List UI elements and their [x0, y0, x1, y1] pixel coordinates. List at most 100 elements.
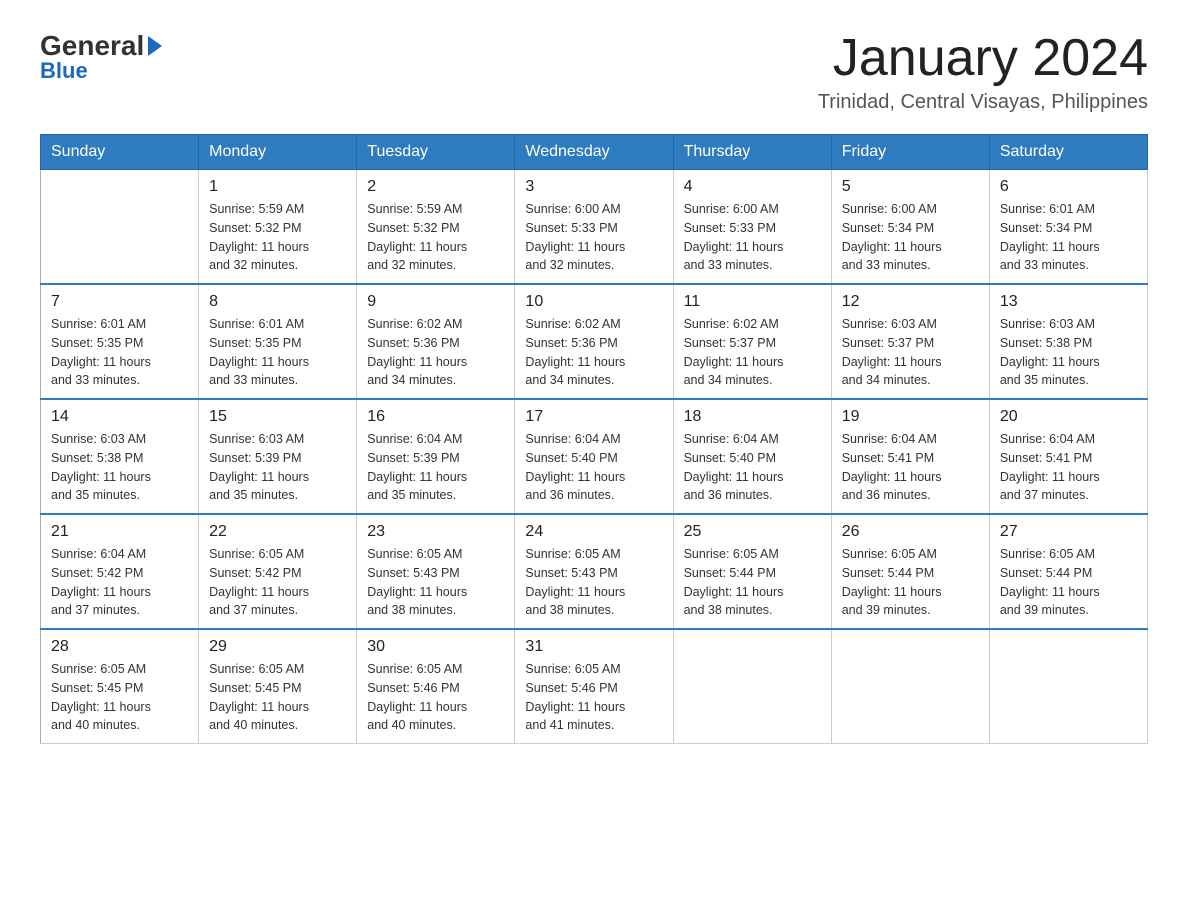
- day-number: 24: [525, 523, 662, 541]
- day-info: Sunrise: 5:59 AM Sunset: 5:32 PM Dayligh…: [367, 200, 504, 275]
- calendar-cell: 22 Sunrise: 6:05 AM Sunset: 5:42 PM Dayli…: [199, 514, 357, 629]
- calendar-cell: 23Sunrise: 6:05 AM Sunset: 5:43 PM Dayli…: [357, 514, 515, 629]
- week-row-2: 7Sunrise: 6:01 AM Sunset: 5:35 PM Daylig…: [41, 284, 1148, 399]
- day-info: Sunrise: 6:05 AM Sunset: 5:46 PM Dayligh…: [367, 660, 504, 735]
- day-number: 17: [525, 408, 662, 426]
- day-number: 26: [842, 523, 979, 541]
- day-number: 3: [525, 178, 662, 196]
- calendar-cell: 29 Sunrise: 6:05 AM Sunset: 5:45 PM Dayli…: [199, 629, 357, 744]
- day-number: 25: [684, 523, 821, 541]
- day-info: Sunrise: 6:05 AM Sunset: 5:43 PM Dayligh…: [525, 545, 662, 620]
- calendar-cell: 12Sunrise: 6:03 AM Sunset: 5:37 PM Dayli…: [831, 284, 989, 399]
- calendar-cell: 4Sunrise: 6:00 AM Sunset: 5:33 PM Daylig…: [673, 170, 831, 285]
- day-number: 9: [367, 293, 504, 311]
- month-title: January 2024: [818, 30, 1148, 87]
- day-number: 28: [51, 638, 188, 656]
- day-number: 4: [684, 178, 821, 196]
- calendar-cell: 10Sunrise: 6:02 AM Sunset: 5:36 PM Dayli…: [515, 284, 673, 399]
- calendar-cell: 31Sunrise: 6:05 AM Sunset: 5:46 PM Dayli…: [515, 629, 673, 744]
- header-saturday: Saturday: [989, 135, 1147, 170]
- day-info: Sunrise: 6:02 AM Sunset: 5:36 PM Dayligh…: [367, 315, 504, 390]
- day-info: Sunrise: 6:05 AM Sunset: 5:45 PM Dayligh…: [51, 660, 188, 735]
- day-number: 13: [1000, 293, 1137, 311]
- calendar-cell: 28 Sunrise: 6:05 AM Sunset: 5:45 PM Dayli…: [41, 629, 199, 744]
- day-info: Sunrise: 6:03 AM Sunset: 5:38 PM Dayligh…: [51, 430, 188, 505]
- calendar-cell: 11 Sunrise: 6:02 AM Sunset: 5:37 PM Dayli…: [673, 284, 831, 399]
- day-info: Sunrise: 6:00 AM Sunset: 5:34 PM Dayligh…: [842, 200, 979, 275]
- calendar-table: SundayMondayTuesdayWednesdayThursdayFrid…: [40, 134, 1148, 744]
- day-number: 19: [842, 408, 979, 426]
- calendar-cell: 25 Sunrise: 6:05 AM Sunset: 5:44 PM Dayli…: [673, 514, 831, 629]
- calendar-cell: 26 Sunrise: 6:05 AM Sunset: 5:44 PM Dayli…: [831, 514, 989, 629]
- day-number: 14: [51, 408, 188, 426]
- calendar-cell: [673, 629, 831, 744]
- day-info: Sunrise: 6:00 AM Sunset: 5:33 PM Dayligh…: [525, 200, 662, 275]
- day-number: 22: [209, 523, 346, 541]
- day-number: 8: [209, 293, 346, 311]
- calendar-cell: [41, 170, 199, 285]
- day-info: Sunrise: 6:04 AM Sunset: 5:41 PM Dayligh…: [842, 430, 979, 505]
- day-number: 7: [51, 293, 188, 311]
- day-info: Sunrise: 6:02 AM Sunset: 5:36 PM Dayligh…: [525, 315, 662, 390]
- day-number: 1: [209, 178, 346, 196]
- day-info: Sunrise: 6:04 AM Sunset: 5:40 PM Dayligh…: [684, 430, 821, 505]
- day-number: 27: [1000, 523, 1137, 541]
- calendar-cell: 7Sunrise: 6:01 AM Sunset: 5:35 PM Daylig…: [41, 284, 199, 399]
- day-info: Sunrise: 6:05 AM Sunset: 5:42 PM Dayligh…: [209, 545, 346, 620]
- day-info: Sunrise: 6:03 AM Sunset: 5:37 PM Dayligh…: [842, 315, 979, 390]
- day-number: 15: [209, 408, 346, 426]
- day-number: 16: [367, 408, 504, 426]
- page-header: General Blue January 2024 Trinidad, Cent…: [40, 30, 1148, 114]
- day-number: 6: [1000, 178, 1137, 196]
- header-thursday: Thursday: [673, 135, 831, 170]
- calendar-cell: 15 Sunrise: 6:03 AM Sunset: 5:39 PM Dayli…: [199, 399, 357, 514]
- day-info: Sunrise: 6:03 AM Sunset: 5:39 PM Dayligh…: [209, 430, 346, 505]
- week-row-4: 21 Sunrise: 6:04 AM Sunset: 5:42 PM Dayli…: [41, 514, 1148, 629]
- day-number: 23: [367, 523, 504, 541]
- day-info: Sunrise: 6:05 AM Sunset: 5:46 PM Dayligh…: [525, 660, 662, 735]
- day-info: Sunrise: 6:05 AM Sunset: 5:45 PM Dayligh…: [209, 660, 346, 735]
- day-info: Sunrise: 6:05 AM Sunset: 5:44 PM Dayligh…: [842, 545, 979, 620]
- day-info: Sunrise: 6:02 AM Sunset: 5:37 PM Dayligh…: [684, 315, 821, 390]
- calendar-cell: 5 Sunrise: 6:00 AM Sunset: 5:34 PM Daylig…: [831, 170, 989, 285]
- calendar-cell: 21 Sunrise: 6:04 AM Sunset: 5:42 PM Dayli…: [41, 514, 199, 629]
- day-info: Sunrise: 6:01 AM Sunset: 5:34 PM Dayligh…: [1000, 200, 1137, 275]
- title-block: January 2024 Trinidad, Central Visayas, …: [818, 30, 1148, 114]
- calendar-cell: 24 Sunrise: 6:05 AM Sunset: 5:43 PM Dayli…: [515, 514, 673, 629]
- header-friday: Friday: [831, 135, 989, 170]
- calendar-header-row: SundayMondayTuesdayWednesdayThursdayFrid…: [41, 135, 1148, 170]
- calendar-cell: 9 Sunrise: 6:02 AM Sunset: 5:36 PM Daylig…: [357, 284, 515, 399]
- day-number: 18: [684, 408, 821, 426]
- day-number: 21: [51, 523, 188, 541]
- day-info: Sunrise: 6:03 AM Sunset: 5:38 PM Dayligh…: [1000, 315, 1137, 390]
- calendar-cell: 3 Sunrise: 6:00 AM Sunset: 5:33 PM Daylig…: [515, 170, 673, 285]
- header-sunday: Sunday: [41, 135, 199, 170]
- calendar-cell: 20Sunrise: 6:04 AM Sunset: 5:41 PM Dayli…: [989, 399, 1147, 514]
- day-info: Sunrise: 6:04 AM Sunset: 5:39 PM Dayligh…: [367, 430, 504, 505]
- calendar-cell: 16 Sunrise: 6:04 AM Sunset: 5:39 PM Dayli…: [357, 399, 515, 514]
- logo-blue: Blue: [40, 58, 88, 84]
- calendar-cell: 27 Sunrise: 6:05 AM Sunset: 5:44 PM Dayli…: [989, 514, 1147, 629]
- location-title: Trinidad, Central Visayas, Philippines: [818, 91, 1148, 114]
- day-info: Sunrise: 6:05 AM Sunset: 5:44 PM Dayligh…: [1000, 545, 1137, 620]
- calendar-cell: 6 Sunrise: 6:01 AM Sunset: 5:34 PM Daylig…: [989, 170, 1147, 285]
- logo: General Blue: [40, 30, 166, 84]
- header-wednesday: Wednesday: [515, 135, 673, 170]
- calendar-cell: 1Sunrise: 5:59 AM Sunset: 5:32 PM Daylig…: [199, 170, 357, 285]
- day-info: Sunrise: 6:04 AM Sunset: 5:42 PM Dayligh…: [51, 545, 188, 620]
- calendar-cell: 8Sunrise: 6:01 AM Sunset: 5:35 PM Daylig…: [199, 284, 357, 399]
- day-number: 30: [367, 638, 504, 656]
- day-number: 20: [1000, 408, 1137, 426]
- day-number: 11: [684, 293, 821, 311]
- header-tuesday: Tuesday: [357, 135, 515, 170]
- week-row-1: 1 Sunrise: 5:59 AM Sunset: 5:32 PM Daylig…: [41, 170, 1148, 285]
- calendar-cell: 2Sunrise: 5:59 AM Sunset: 5:32 PM Daylig…: [357, 170, 515, 285]
- calendar-cell: [989, 629, 1147, 744]
- calendar-cell: 18 Sunrise: 6:04 AM Sunset: 5:40 PM Dayli…: [673, 399, 831, 514]
- day-number: 29: [209, 638, 346, 656]
- calendar-cell: 14 Sunrise: 6:03 AM Sunset: 5:38 PM Dayli…: [41, 399, 199, 514]
- calendar-cell: 30 Sunrise: 6:05 AM Sunset: 5:46 PM Dayli…: [357, 629, 515, 744]
- calendar-cell: 19 Sunrise: 6:04 AM Sunset: 5:41 PM Dayli…: [831, 399, 989, 514]
- day-number: 5: [842, 178, 979, 196]
- day-info: Sunrise: 6:05 AM Sunset: 5:44 PM Dayligh…: [684, 545, 821, 620]
